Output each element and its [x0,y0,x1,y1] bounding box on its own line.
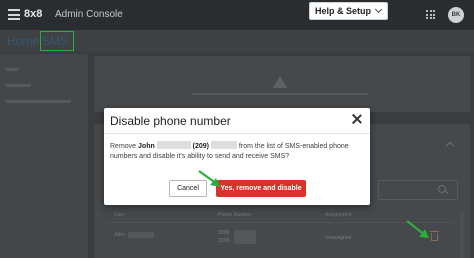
dialog-divider [104,133,370,134]
sidebar [0,54,88,258]
help-setup-dropdown[interactable]: Help & Setup [309,2,388,20]
column-header-phone[interactable]: Phone Number [218,212,252,218]
scrollbar[interactable] [460,212,464,258]
logo: 8x8 [24,8,43,20]
redacted-block [234,230,256,244]
avatar[interactable]: BK [448,7,464,23]
apps-grid-icon[interactable] [426,10,435,19]
redacted-block [128,232,154,238]
redacted-number [210,141,237,149]
table-divider [108,222,453,223]
dialog-title: Disable phone number [110,114,231,128]
sidebar-item[interactable] [5,84,31,87]
breadcrumb-home[interactable]: Home [7,34,39,48]
table-cell-user: John [114,232,125,238]
search-icon[interactable] [438,185,446,193]
table-cell-phone-secondary: (209) [218,238,230,244]
sidebar-item[interactable] [5,68,19,71]
help-setup-label: Help & Setup [315,6,372,16]
table-cell-phone: (209) [218,230,230,236]
disable-number-dialog: Disable phone number Remove John (209) f… [104,108,370,205]
highlight-box [40,31,74,51]
column-header-assignment[interactable]: Assignment [325,212,351,218]
annotation-arrow [406,220,429,238]
column-header-user[interactable]: User [114,212,125,218]
sidebar-item[interactable] [5,100,71,103]
annotation-arrow [198,170,220,187]
confirm-remove-button[interactable]: Yes, remove and disable [216,180,306,197]
table-cell-assignment: Unassigned [325,235,352,241]
app-name: Admin Console [55,9,123,20]
warning-message [192,93,368,95]
dialog-message: Remove John (209) from the list of SMS-e… [110,141,349,160]
close-icon[interactable] [351,113,363,125]
warning-icon [273,76,287,88]
redacted-name [156,141,191,149]
top-app-bar: 8x8 Admin Console Help & Setup BK [0,0,474,30]
menu-icon[interactable] [8,9,20,20]
trash-icon[interactable] [430,231,439,241]
chevron-down-icon [374,5,383,14]
